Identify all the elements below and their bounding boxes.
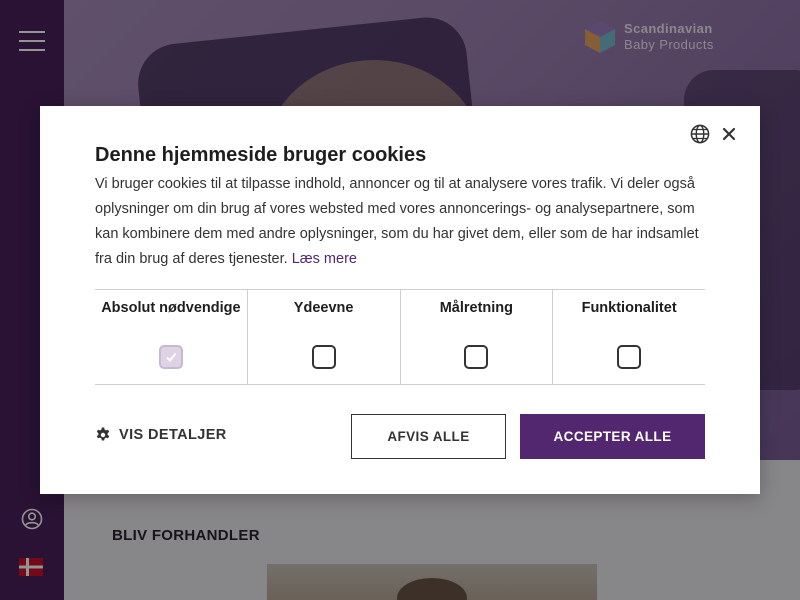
dialog-body: Vi bruger cookies til at tilpasse indhol…: [95, 172, 705, 272]
read-more-link[interactable]: Læs mere: [292, 251, 357, 267]
accept-all-button[interactable]: ACCEPTER ALLE: [520, 414, 705, 459]
show-details-button[interactable]: VIS DETALJER: [95, 427, 227, 443]
category-label: Funktionalitet: [581, 300, 677, 316]
close-icon[interactable]: [720, 125, 738, 143]
gear-icon: [96, 427, 110, 441]
category-targeting: Målretning: [401, 290, 554, 384]
dialog-title: Denne hjemmeside bruger cookies: [95, 144, 427, 166]
category-necessary: Absolut nødvendige: [95, 290, 248, 384]
cookie-categories: Absolut nødvendige Ydeevne Målretning Fu…: [95, 289, 705, 385]
necessary-checkbox: [158, 345, 183, 369]
category-label: Absolut nødvendige: [101, 300, 241, 316]
category-functionality: Funktionalitet: [553, 290, 705, 384]
targeting-checkbox[interactable]: [464, 345, 489, 369]
category-label: Målretning: [439, 300, 514, 316]
functionality-checkbox[interactable]: [617, 345, 642, 369]
dialog-body-text: Vi bruger cookies til at tilpasse indhol…: [95, 176, 699, 267]
reject-all-button[interactable]: AFVIS ALLE: [351, 414, 506, 459]
category-label: Ydeevne: [293, 300, 354, 316]
category-performance: Ydeevne: [248, 290, 401, 384]
performance-checkbox[interactable]: [311, 345, 336, 369]
cookie-consent-dialog: Denne hjemmeside bruger cookies Vi bruge…: [40, 106, 760, 494]
language-globe-icon[interactable]: [690, 124, 710, 144]
show-details-label: VIS DETALJER: [119, 427, 227, 443]
